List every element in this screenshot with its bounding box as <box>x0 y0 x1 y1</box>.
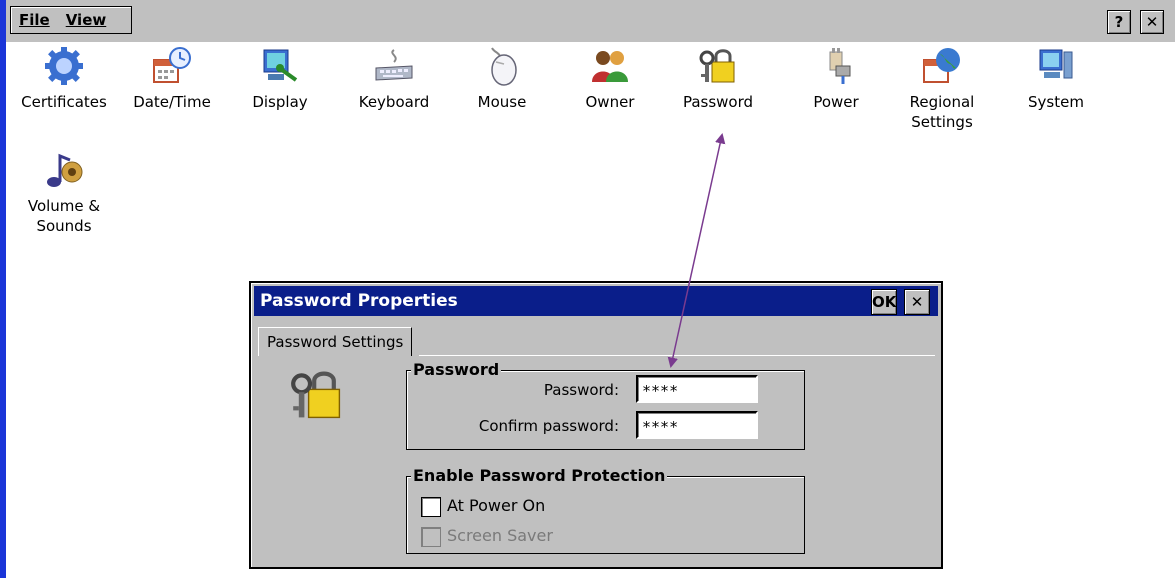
cpl-label: Date/Time <box>133 93 211 111</box>
lock-icon <box>699 49 735 83</box>
dialog-titlebar[interactable]: Password Properties OK ✕ <box>254 286 938 316</box>
tab-divider <box>419 355 935 356</box>
gear-icon <box>45 47 83 85</box>
password-label: Password: <box>543 381 619 399</box>
close-button[interactable]: ✕ <box>1140 10 1164 34</box>
help-button[interactable]: ? <box>1107 10 1131 34</box>
calendar-clock-icon <box>153 47 191 83</box>
at-power-on-label[interactable]: At Power On <box>447 496 545 515</box>
monitor-icon <box>263 49 298 82</box>
cpl-power[interactable]: Power <box>788 46 884 112</box>
password-group: Password Password: **** Confirm password… <box>406 360 805 450</box>
screen-saver-label[interactable]: Screen Saver <box>447 526 553 545</box>
protection-group-title: Enable Password Protection <box>411 466 668 485</box>
tab-password-settings[interactable]: Password Settings <box>258 327 413 356</box>
password-properties-dialog: Password Properties OK ✕ Password Settin… <box>249 281 943 569</box>
screen-saver-checkbox[interactable] <box>421 527 441 547</box>
password-group-title: Password <box>411 360 502 379</box>
menu-file[interactable]: File <box>11 7 58 33</box>
password-field[interactable]: **** <box>636 375 758 403</box>
dialog-title: Password Properties <box>260 291 458 311</box>
menu-view[interactable]: View <box>58 7 115 33</box>
cpl-label: System <box>1028 93 1084 111</box>
cpl-label: Mouse <box>477 93 527 111</box>
cpl-system[interactable]: System <box>1008 46 1104 112</box>
menu-frame: File View <box>10 6 132 34</box>
password-protection-group: Enable Password Protection At Power On S… <box>406 466 805 554</box>
cpl-label: Regional Settings <box>909 93 975 131</box>
speaker-icon <box>47 153 83 187</box>
cpl-label: Power <box>813 93 859 111</box>
menu-bar: File View ? ✕ <box>6 0 1175 42</box>
at-power-on-checkbox[interactable] <box>421 497 441 517</box>
cpl-label: Certificates <box>21 93 107 111</box>
power-plug-icon <box>829 48 851 84</box>
cpl-label: Password <box>682 93 754 111</box>
users-icon <box>592 51 628 82</box>
cpl-display[interactable]: Display <box>232 46 328 112</box>
dialog-close-button[interactable]: ✕ <box>904 289 930 315</box>
ok-button[interactable]: OK <box>871 289 897 315</box>
cpl-volume-sounds[interactable]: Volume & Sounds <box>16 150 112 236</box>
lock-icon <box>291 371 341 419</box>
cpl-certificates[interactable]: Certificates <box>16 46 112 112</box>
cpl-date-time[interactable]: Date/Time <box>124 46 220 112</box>
cpl-mouse[interactable]: Mouse <box>454 46 550 112</box>
cpl-owner[interactable]: Owner <box>562 46 658 112</box>
cpl-label: Volume & Sounds <box>27 197 101 235</box>
computer-icon <box>1039 49 1073 79</box>
keyboard-icon <box>375 49 413 81</box>
cpl-keyboard[interactable]: Keyboard <box>346 46 442 112</box>
mouse-icon <box>491 47 517 86</box>
globe-icon <box>923 48 960 83</box>
cpl-label: Display <box>252 93 308 111</box>
confirm-password-label: Confirm password: <box>478 417 619 435</box>
confirm-password-field[interactable]: **** <box>636 411 758 439</box>
cpl-label: Keyboard <box>358 93 430 111</box>
cpl-regional-settings[interactable]: Regional Settings <box>894 46 990 132</box>
cpl-password[interactable]: Password <box>670 46 766 112</box>
cpl-label: Owner <box>585 93 635 111</box>
